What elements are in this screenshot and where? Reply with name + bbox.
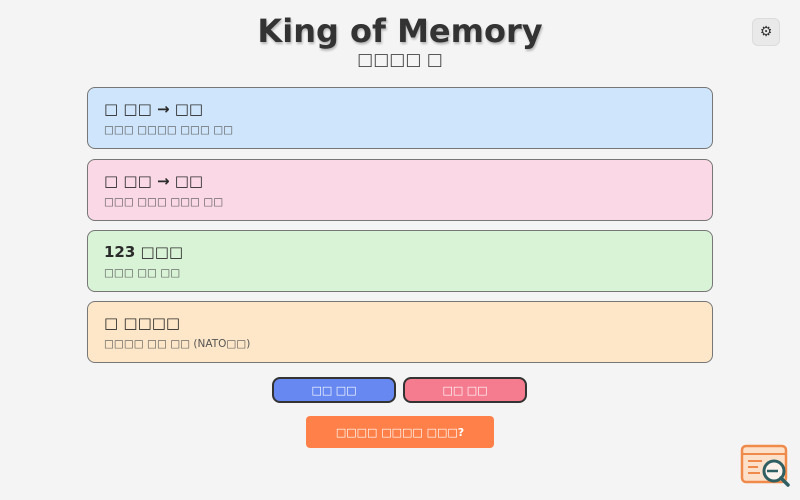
mode-card-4[interactable]: □ □□□□ □□□□ □□ □□ (NATO□□) (87, 301, 713, 363)
orange-action-button[interactable]: □□□□ □□□□ □□□? (306, 416, 494, 448)
pink-action-button[interactable]: □□ □□ (403, 377, 527, 403)
gear-icon: ⚙ (759, 24, 773, 40)
mode-card-description: □□□ □□□□ □□□ □□ (104, 124, 234, 136)
mode-card-2[interactable]: □ □□ → □□ □□□ □□□ □□□ □□ (87, 159, 713, 221)
mode-card-description: □□□ □□□ □□□ □□ (104, 196, 224, 208)
app-subtitle: □□□□ □ (357, 50, 443, 70)
blue-action-button[interactable]: □□ □□ (272, 377, 396, 403)
mode-card-title: 123 □□□ (104, 243, 184, 261)
mode-card-1[interactable]: □ □□ → □□ □□□ □□□□ □□□ □□ (87, 87, 713, 149)
mode-card-title: □ □□ → □□ (104, 100, 204, 118)
browser-search-icon[interactable] (740, 444, 792, 488)
mode-card-3[interactable]: 123 □□□ □□□ □□ □□ (87, 230, 713, 292)
mode-card-title: □ □□ → □□ (104, 172, 204, 190)
app-title: King of Memory (257, 12, 543, 50)
mode-card-description: □□□ □□ □□ (104, 267, 181, 279)
mode-card-title: □ □□□□ (104, 314, 181, 332)
mode-card-description: □□□□ □□ □□ (NATO□□) (104, 338, 251, 350)
settings-button[interactable]: ⚙ (752, 18, 780, 46)
